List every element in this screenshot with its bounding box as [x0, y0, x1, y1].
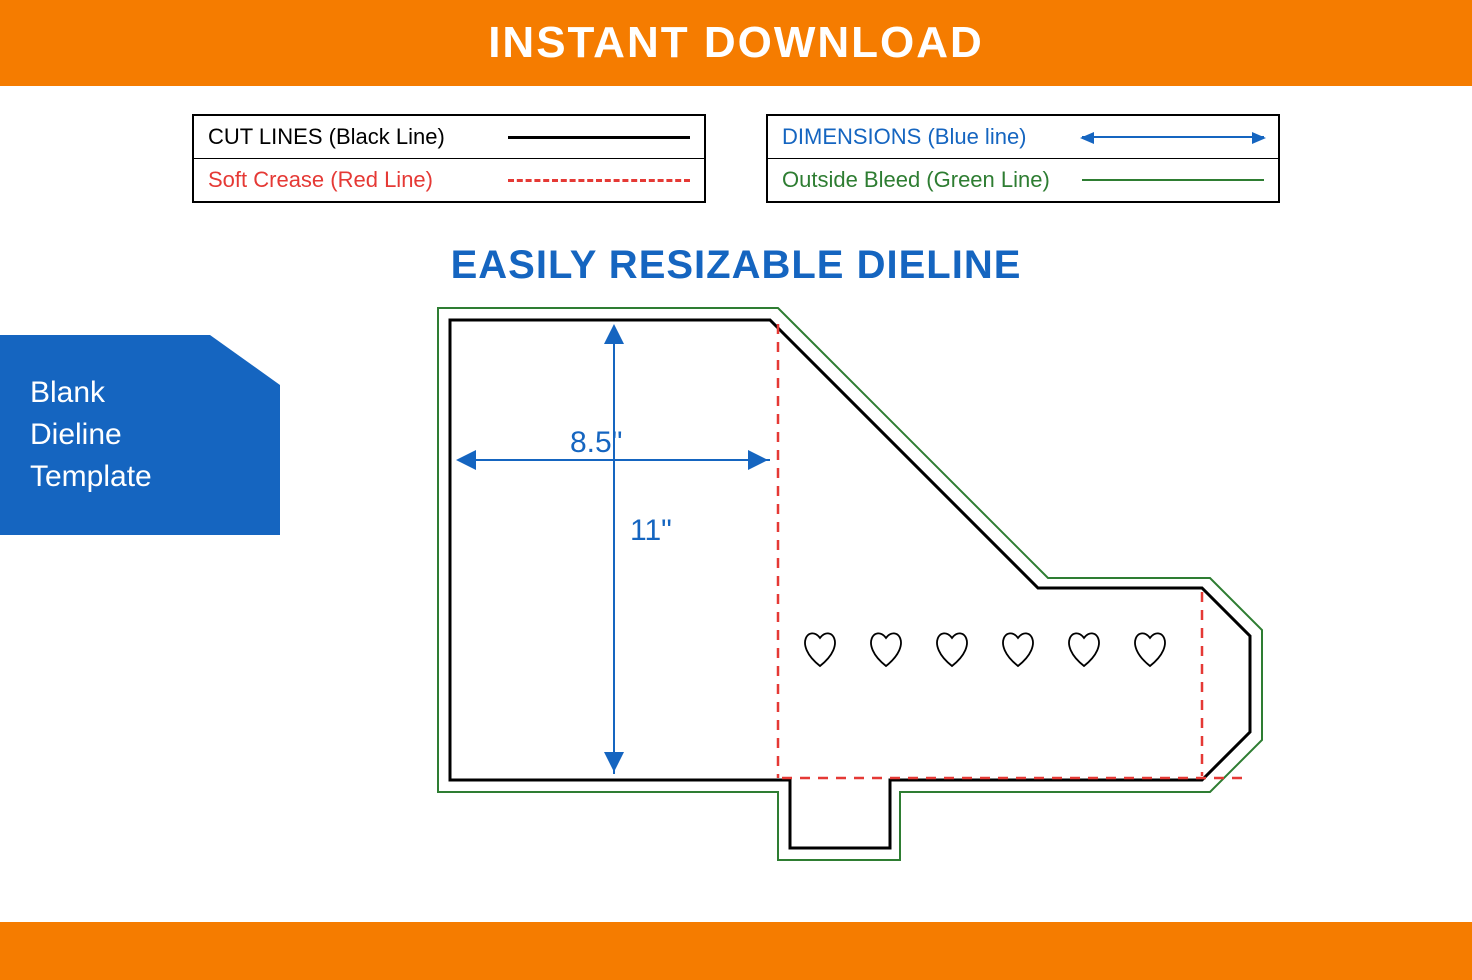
heart-icon [1069, 633, 1099, 666]
bottom-banner [0, 922, 1472, 980]
side-tag: BlankDielineTemplate [0, 335, 280, 535]
bleed-outline [438, 308, 1262, 860]
dim-height-text: 11" [630, 514, 672, 547]
legend-dim: DIMENSIONS (Blue line) [768, 116, 1278, 159]
side-tag-text: BlankDielineTemplate [30, 372, 152, 498]
heart-icon [1135, 633, 1165, 666]
dieline-diagram: 8.5" 11" [430, 300, 1270, 890]
dimension-arrow-sample-icon [1082, 136, 1264, 138]
legend-bleed-label: Outside Bleed (Green Line) [782, 167, 1082, 193]
heart-icon [1003, 633, 1033, 666]
legend-box-left: CUT LINES (Black Line) Soft Crease (Red … [192, 114, 706, 203]
legend-crease-label: Soft Crease (Red Line) [208, 167, 508, 193]
top-banner: INSTANT DOWNLOAD [0, 0, 1472, 86]
heart-icon [871, 633, 901, 666]
legend-box-right: DIMENSIONS (Blue line) Outside Bleed (Gr… [766, 114, 1280, 203]
heart-icon [937, 633, 967, 666]
legend-cut-label: CUT LINES (Black Line) [208, 124, 508, 150]
legend-cut: CUT LINES (Black Line) [194, 116, 704, 159]
legend-dim-label: DIMENSIONS (Blue line) [782, 124, 1082, 150]
heart-icon [805, 633, 835, 666]
legend-bleed: Outside Bleed (Green Line) [768, 159, 1278, 201]
subtitle: EASILY RESIZABLE DIELINE [0, 243, 1472, 288]
bleed-line-sample-icon [1082, 179, 1264, 181]
cut-outline [450, 320, 1250, 848]
legend-crease: Soft Crease (Red Line) [194, 159, 704, 201]
cut-line-sample-icon [508, 136, 690, 139]
legend-row: CUT LINES (Black Line) Soft Crease (Red … [0, 114, 1472, 203]
crease-line-sample-icon [508, 179, 690, 182]
